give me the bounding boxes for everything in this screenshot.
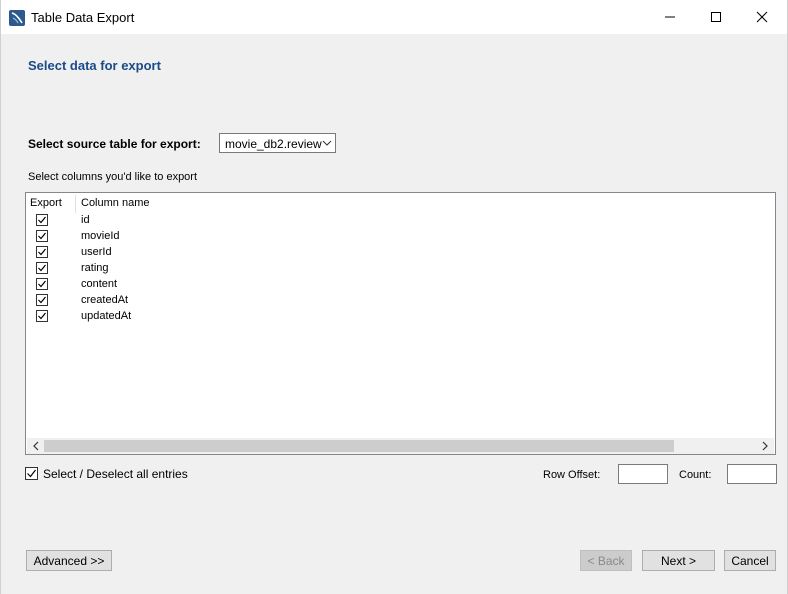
count-input[interactable]: [727, 464, 777, 484]
table-row: userId: [26, 245, 775, 261]
table-row: id: [26, 213, 775, 229]
table-row: content: [26, 277, 775, 293]
export-checkbox[interactable]: [36, 214, 48, 226]
horizontal-scrollbar[interactable]: [27, 438, 774, 454]
page-heading: Select data for export: [28, 58, 161, 73]
maximize-icon: [711, 12, 721, 22]
chevron-left-icon[interactable]: [31, 440, 41, 452]
header-export: Export: [30, 197, 62, 209]
row-offset-input[interactable]: [618, 464, 668, 484]
column-name: rating: [81, 262, 109, 274]
checkmark-icon: [27, 469, 36, 478]
header-divider: [75, 195, 76, 213]
export-checkbox[interactable]: [36, 262, 48, 274]
checkmark-icon: [38, 216, 46, 224]
column-name: id: [81, 214, 90, 226]
advanced-button[interactable]: Advanced >>: [26, 550, 112, 571]
next-button[interactable]: Next >: [642, 550, 715, 571]
checkmark-icon: [38, 248, 46, 256]
checkmark-icon: [38, 232, 46, 240]
select-all-checkbox[interactable]: [25, 467, 38, 480]
chevron-down-icon: [322, 140, 332, 146]
select-all-label: Select / Deselect all entries: [43, 467, 188, 481]
window-title: Table Data Export: [31, 10, 135, 25]
count-label: Count:: [679, 469, 712, 481]
table-row: movieId: [26, 229, 775, 245]
table-row: rating: [26, 261, 775, 277]
column-name: movieId: [81, 230, 120, 242]
source-table-select[interactable]: movie_db2.review: [219, 133, 336, 153]
back-button[interactable]: < Back: [580, 550, 632, 571]
table-row: updatedAt: [26, 309, 775, 325]
columns-label: Select columns you'd like to export: [28, 171, 198, 183]
column-name: createdAt: [81, 294, 129, 306]
column-name: userId: [81, 246, 112, 258]
checkmark-icon: [38, 280, 46, 288]
header-column-name: Column name: [81, 197, 150, 209]
column-name: updatedAt: [81, 310, 132, 322]
chevron-right-icon[interactable]: [760, 440, 770, 452]
maximize-button[interactable]: [693, 0, 739, 34]
checkmark-icon: [38, 264, 46, 272]
export-checkbox[interactable]: [36, 310, 48, 322]
title-bar: Table Data Export: [0, 0, 788, 34]
minimize-button[interactable]: [647, 0, 693, 34]
checkmark-icon: [38, 296, 46, 304]
checkmark-icon: [38, 312, 46, 320]
scrollbar-thumb[interactable]: [44, 440, 674, 452]
cancel-button[interactable]: Cancel: [724, 550, 776, 571]
close-icon: [756, 11, 768, 23]
export-checkbox[interactable]: [36, 230, 48, 242]
export-checkbox[interactable]: [36, 294, 48, 306]
source-table-value: movie_db2.review: [225, 137, 322, 151]
minimize-icon: [665, 16, 675, 18]
columns-table: Export Column name id movieId userId rating…: [25, 192, 776, 455]
close-button[interactable]: [739, 0, 785, 34]
row-offset-label: Row Offset:: [543, 469, 601, 481]
app-icon: [9, 10, 25, 26]
export-checkbox[interactable]: [36, 246, 48, 258]
export-checkbox[interactable]: [36, 278, 48, 290]
table-row: createdAt: [26, 293, 775, 309]
column-name: content: [81, 278, 118, 290]
source-table-label: Select source table for export:: [28, 137, 201, 151]
